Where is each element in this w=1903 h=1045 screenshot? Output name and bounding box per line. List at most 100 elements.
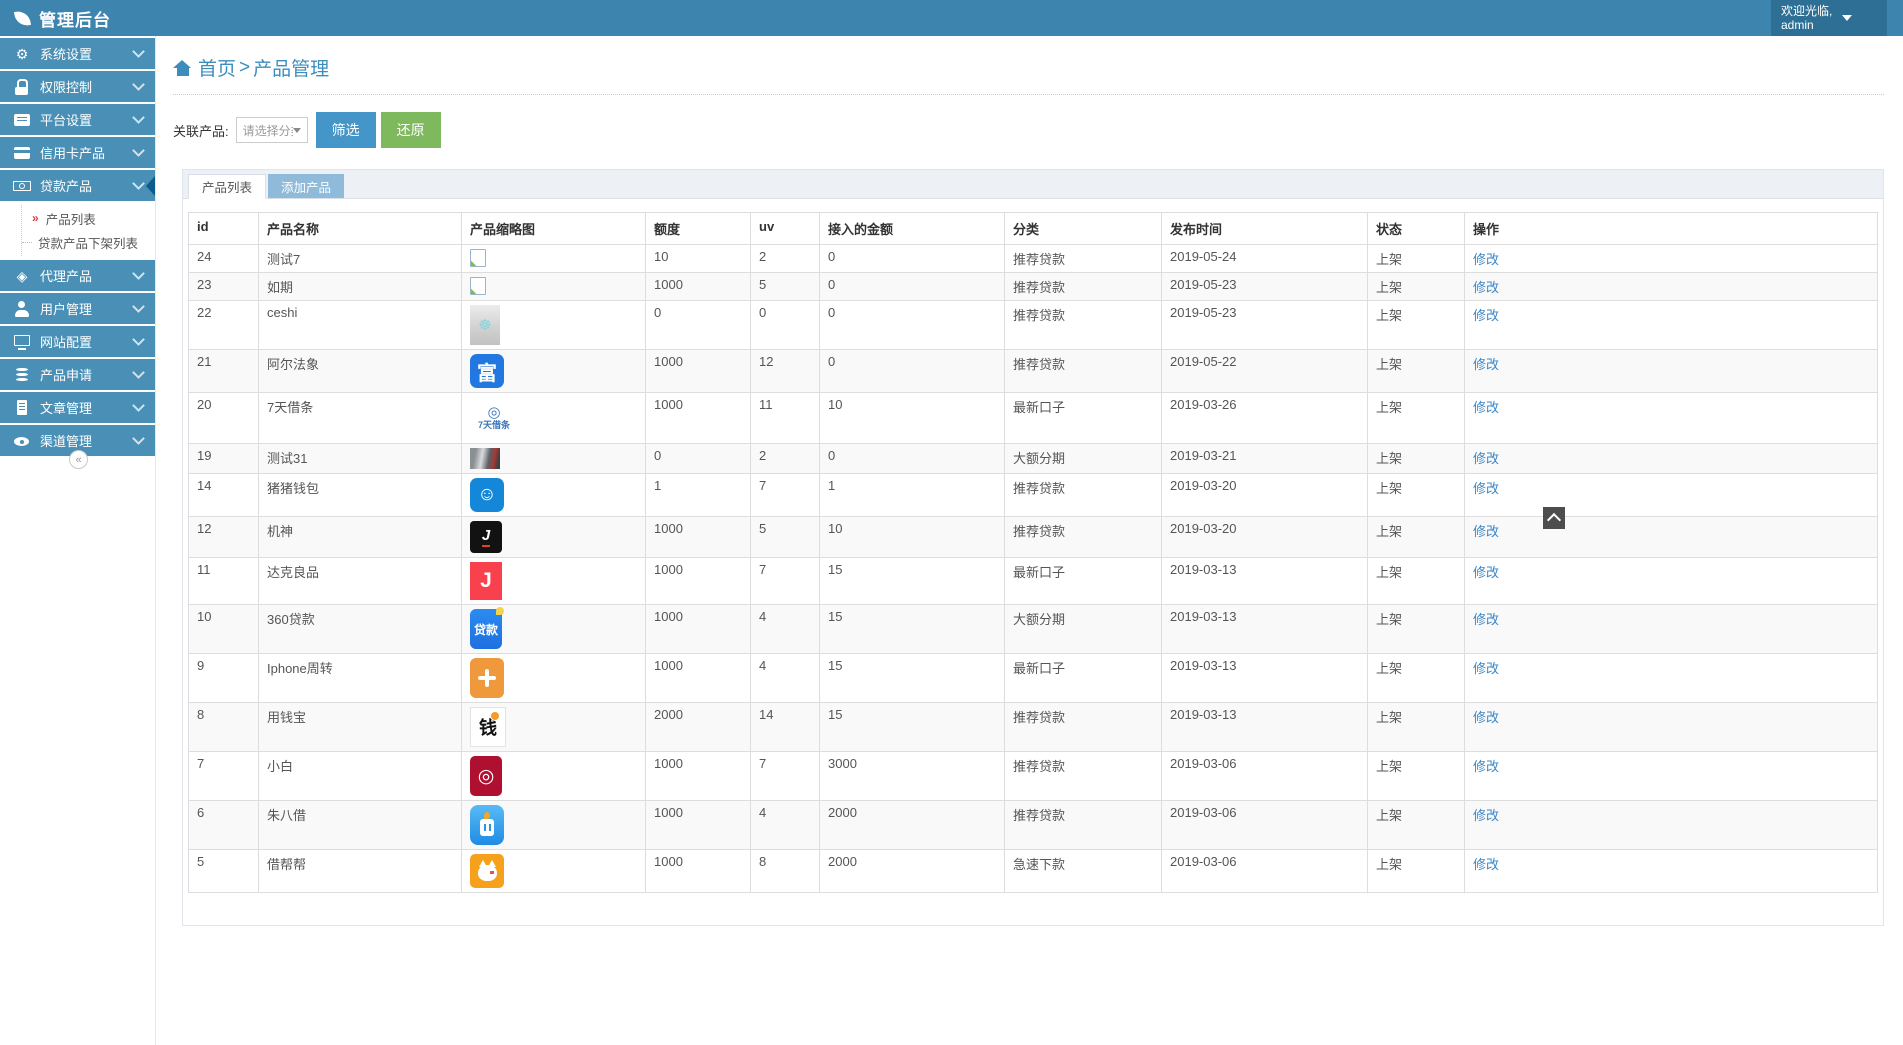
sidebar-item-credit-card-products[interactable]: 信用卡产品 [0,137,155,168]
cell-quota: 10 [645,244,751,273]
chevron-down-icon [1842,15,1853,21]
cell-id: 20 [188,392,259,444]
cell-thumbnail [461,800,646,850]
cell-action: 修改 [1464,349,1878,393]
chevron-up-icon [1546,512,1562,528]
sidebar-subitem-0[interactable]: » 产品列表 [0,206,155,230]
modify-link[interactable]: 修改 [1473,280,1499,295]
cell-product-name: 朱八借 [258,800,462,850]
cell-date: 2019-05-23 [1161,272,1368,301]
cell-quota: 1000 [645,604,751,654]
home-icon [173,59,192,76]
sidebar-item-permission-control[interactable]: 权限控制 [0,71,155,102]
sidebar-item-article-management[interactable]: 文章管理 [0,392,155,423]
sidebar-item-loan-products[interactable]: 贷款产品 [0,170,155,201]
cell-category: 推荐贷款 [1004,800,1162,850]
tab-add-product[interactable]: 添加产品 [268,174,345,198]
cell-status: 上架 [1367,443,1465,474]
user-menu[interactable]: 欢迎光临, admin [1771,0,1887,36]
product-thumbnail-zhubajie [470,805,504,845]
sidebar-item-label: 系统设置 [40,47,93,62]
sidebar-item-agent-products[interactable]: ◈ 代理产品 [0,260,155,291]
sidebar-item-label: 产品申请 [40,368,93,383]
cell-uv: 5 [750,516,820,558]
breadcrumb: 首页 > 产品管理 [173,48,1884,94]
cell-quota: 1000 [645,653,751,703]
cell-id: 23 [188,272,259,301]
modify-link[interactable]: 修改 [1473,252,1499,267]
sidebar-collapse-button[interactable]: « [69,450,88,469]
modify-link[interactable]: 修改 [1473,612,1499,627]
cell-id: 8 [188,702,259,752]
modify-link[interactable]: 修改 [1473,481,1499,496]
cell-amount: 0 [819,244,1005,273]
cell-date: 2019-05-22 [1161,349,1368,393]
cell-id: 7 [188,751,259,801]
cell-thumbnail [461,653,646,703]
sidebar-item-label: 代理产品 [40,269,93,284]
cell-product-name: 阿尔法象 [258,349,462,393]
cell-id: 24 [188,244,259,273]
cell-product-name: 借帮帮 [258,849,462,893]
cell-category: 推荐贷款 [1004,244,1162,273]
cell-quota: 1000 [645,800,751,850]
cell-thumbnail: J [461,557,646,605]
cell-action: 修改 [1464,392,1878,444]
modify-link[interactable]: 修改 [1473,710,1499,725]
cell-status: 上架 [1367,244,1465,273]
modify-link[interactable]: 修改 [1473,565,1499,580]
sidebar-item-system-settings[interactable]: ⚙ 系统设置 [0,38,155,69]
plug-icon [480,811,494,836]
modify-link[interactable]: 修改 [1473,451,1499,466]
fu-label: 富 [477,362,497,385]
scroll-top-button[interactable] [1543,507,1565,529]
cell-uv: 4 [750,604,820,654]
modify-link[interactable]: 修改 [1473,661,1499,676]
user-icon [13,300,31,317]
cell-category: 推荐贷款 [1004,349,1162,393]
filter-button[interactable]: 筛选 [315,112,376,148]
modify-link[interactable]: 修改 [1473,759,1499,774]
sidebar-item-user-management[interactable]: 用户管理 [0,293,155,324]
cell-category: 最新口子 [1004,653,1162,703]
qian-label: 钱 [479,718,497,738]
modify-link[interactable]: 修改 [1473,808,1499,823]
cell-id: 10 [188,604,259,654]
sidebar-item-platform-settings[interactable]: 平台设置 [0,104,155,135]
modify-link[interactable]: 修改 [1473,400,1499,415]
cell-action: 修改 [1464,604,1878,654]
sidebar-item-product-apply[interactable]: 产品申请 [0,359,155,390]
sidebar-subitem-1[interactable]: 贷款产品下架列表 [0,230,155,254]
category-select-value: 请选择分类 [242,123,293,138]
cell-amount: 15 [819,653,1005,703]
modify-link[interactable]: 修改 [1473,357,1499,372]
category-select[interactable]: 请选择分类 [235,117,308,143]
cell-action: 修改 [1464,557,1878,605]
sidebar-item-label: 权限控制 [40,80,93,95]
product-thumbnail-jiebangbang [470,854,504,888]
breadcrumb-home[interactable]: 首页 [198,54,236,81]
cell-status: 上架 [1367,272,1465,301]
cell-product-name: 7天借条 [258,392,462,444]
product-thumbnail-xiaobai: ◎ [470,756,502,796]
reset-button[interactable]: 还原 [380,112,441,148]
cell-status: 上架 [1367,800,1465,850]
table-row: 23 如期 1000 5 0 推荐贷款 2019-05-23 上架 修改 [188,272,1878,301]
modify-link[interactable]: 修改 [1473,308,1499,323]
cell-amount: 0 [819,300,1005,350]
sidebar-subitem-label: 产品列表 [45,212,96,227]
cell-quota: 1000 [645,849,751,893]
sidebar-item-site-config[interactable]: 网站配置 [0,326,155,357]
7days-label: 7天借条 [477,420,510,431]
cell-date: 2019-03-21 [1161,443,1368,474]
table-row: 8 用钱宝钱 2000 14 15 推荐贷款 2019-03-13 上架 修改 [188,702,1878,752]
tab-product-list[interactable]: 产品列表 [188,174,267,199]
modify-link[interactable]: 修改 [1473,857,1499,872]
cell-quota: 0 [645,443,751,474]
gear-icon: ⚙ [15,45,29,62]
modify-link[interactable]: 修改 [1473,524,1499,539]
table-header-row: id 产品名称 产品缩略图 额度 uv 接入的金额 分类 发布时间 状态 操作 [188,212,1878,245]
product-thumbnail-qian: 钱 [470,707,506,747]
cell-amount: 1 [819,473,1005,517]
sidebar-item-label: 平台设置 [40,113,93,128]
